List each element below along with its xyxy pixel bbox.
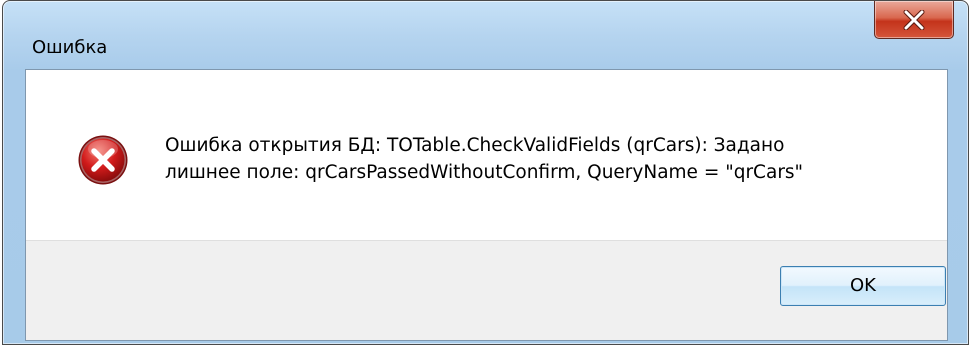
button-bar: OK	[26, 240, 947, 340]
window-title: Ошибка	[32, 37, 108, 58]
dialog-client-area: Ошибка открытия БД: TOTable.CheckValidFi…	[25, 69, 948, 341]
ok-button[interactable]: OK	[780, 266, 946, 306]
close-button[interactable]	[874, 1, 954, 39]
error-message: Ошибка открытия БД: TOTable.CheckValidFi…	[165, 132, 925, 186]
error-icon	[78, 135, 128, 185]
message-line-2: лишнее поле: qrCarsPassedWithoutConfirm,…	[165, 162, 804, 183]
error-dialog-window: Ошибка Ошибка открытия БД: TOTable.Check…	[2, 0, 969, 345]
message-area: Ошибка открытия БД: TOTable.CheckValidFi…	[26, 70, 947, 240]
message-line-1: Ошибка открытия БД: TOTable.CheckValidFi…	[165, 135, 785, 156]
close-x-icon	[903, 9, 925, 30]
title-bar[interactable]: Ошибка	[3, 1, 968, 69]
